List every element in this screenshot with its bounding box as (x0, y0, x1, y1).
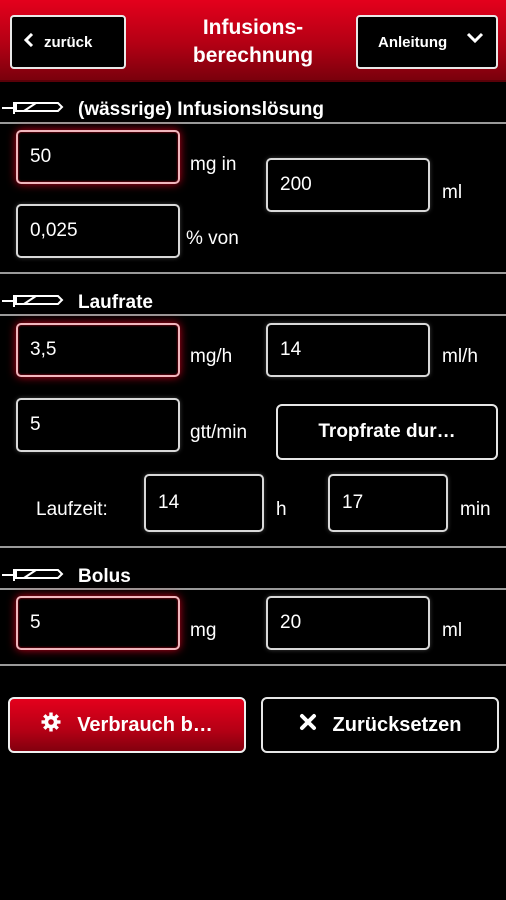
solution-mg-input[interactable]: 50 (16, 130, 180, 184)
rate-mlh-input[interactable]: 14 (266, 323, 430, 377)
guide-button[interactable]: Anleitung (356, 15, 498, 69)
rate-mgh-input[interactable]: 3,5 (16, 323, 180, 377)
chevron-left-icon (23, 32, 34, 51)
drip-rate-button[interactable]: Tropfrate dur… (276, 404, 498, 460)
rate-title-text: Laufrate (78, 292, 153, 313)
consumption-button[interactable]: Verbrauch b… (8, 697, 246, 753)
runtime-label: Laufzeit: (36, 499, 108, 520)
gear-icon (41, 712, 61, 738)
solution-ml-label: ml (442, 182, 463, 203)
syringe-icon (2, 291, 64, 315)
hours-label: h (276, 499, 287, 520)
syringe-icon (2, 565, 64, 589)
minutes-label: min (460, 499, 491, 520)
mgh-label: mg/h (190, 346, 233, 367)
solution-title-text: (wässrige) Infusionslösung (78, 99, 324, 120)
page-title: Infusions- berechnung (140, 14, 366, 70)
bolus-title-text: Bolus (78, 566, 131, 587)
solution-section-title: (wässrige) Infusionslösung (0, 98, 324, 122)
page-title-line2: berechnung (192, 44, 314, 67)
bolus-ml-input[interactable]: 20 (266, 596, 430, 650)
rate-gtt-input[interactable]: 5 (16, 398, 180, 452)
bolus-panel: 5 mg 20 ml (0, 588, 506, 666)
guide-button-label: Anleitung (378, 33, 448, 51)
mlh-label: ml/h (442, 346, 478, 367)
bolus-mg-input[interactable]: 5 (16, 596, 180, 650)
solution-panel: 50 mg in 0,025 % von 200 ml (0, 122, 506, 274)
bolus-section-title: Bolus (0, 565, 131, 589)
syringe-icon (2, 98, 64, 122)
page-title-line1: Infusions- (202, 16, 304, 39)
bolus-ml-label: ml (442, 620, 463, 641)
consumption-button-label: Verbrauch b… (77, 713, 213, 736)
close-icon (299, 713, 317, 737)
reset-button[interactable]: Zurücksetzen (261, 697, 499, 753)
solution-ml-input[interactable]: 200 (266, 158, 430, 212)
solution-percent-input[interactable]: 0,025 (16, 204, 180, 258)
runtime-minutes-input[interactable]: 17 (328, 474, 448, 532)
chevron-down-icon (466, 31, 484, 48)
bolus-mg-label: mg (190, 620, 217, 641)
back-button[interactable]: zurück (10, 15, 126, 69)
runtime-hours-input[interactable]: 14 (144, 474, 264, 532)
rate-section-title: Laufrate (0, 291, 153, 315)
header-bar: zurück Infusions- berechnung Anleitung (0, 0, 506, 82)
rate-panel: 3,5 mg/h 14 ml/h 5 gtt/min Tropfrate dur… (0, 314, 506, 548)
back-button-label: zurück (44, 33, 93, 51)
gtt-label: gtt/min (190, 422, 248, 443)
reset-button-label: Zurücksetzen (332, 713, 462, 736)
mg-in-label: mg in (190, 154, 237, 175)
percent-of-label: % von (186, 228, 239, 249)
